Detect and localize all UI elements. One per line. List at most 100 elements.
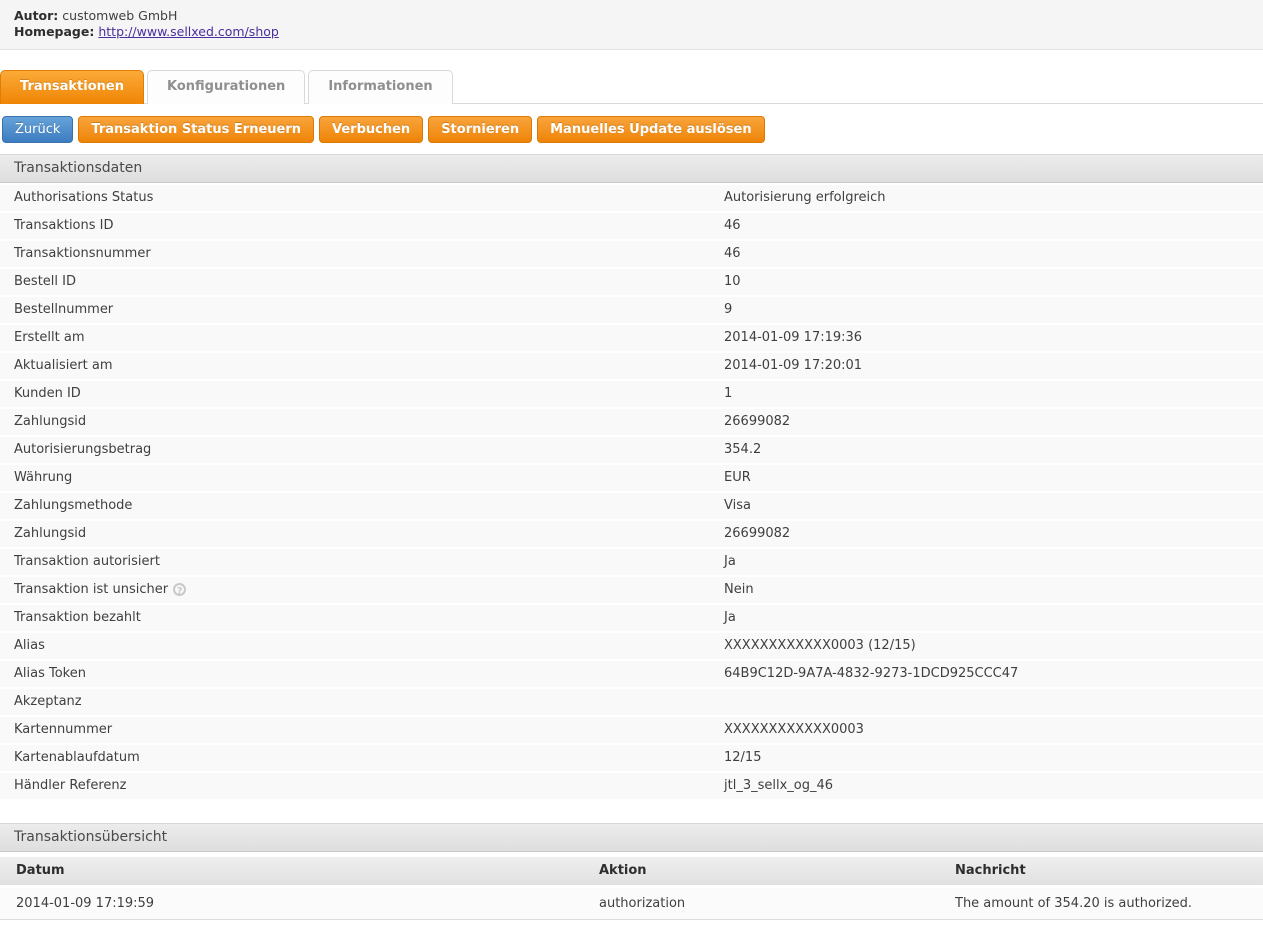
- field-label: Bestellnummer: [14, 297, 724, 323]
- transaction-overview-table: DatumAktionNachricht 2014-01-09 17:19:59…: [0, 857, 1263, 920]
- transaction-data-row: Akzeptanz: [0, 689, 1263, 715]
- field-value: Visa: [724, 493, 1263, 519]
- field-value: Autorisierung erfolgreich: [724, 185, 1263, 211]
- author-label: Autor:: [14, 8, 58, 23]
- tab-informationen[interactable]: Informationen: [308, 70, 452, 104]
- transaction-data-row: Transaktion autorisiert Ja: [0, 549, 1263, 575]
- field-label-text: Erstellt am: [14, 330, 85, 345]
- field-value: 26699082: [724, 521, 1263, 547]
- transaction-data-row: Aktualisiert am2014-01-09 17:20:01: [0, 353, 1263, 379]
- capture-button[interactable]: Verbuchen: [319, 116, 423, 143]
- field-value: 46: [724, 241, 1263, 267]
- transaction-data-row: Transaktionsnummer 46: [0, 241, 1263, 267]
- field-label: Transaktion bezahlt: [14, 605, 724, 631]
- transaction-data-row: Zahlungsid 26699082: [0, 521, 1263, 547]
- transaction-data-row: Kunden ID1: [0, 381, 1263, 407]
- refresh-status-button[interactable]: Transaktion Status Erneuern: [78, 116, 314, 143]
- transaction-data-row: Händler Referenz jtl_3_sellx_og_46: [0, 773, 1263, 799]
- tab-bar: TransaktionenKonfigurationenInformatione…: [0, 70, 1263, 104]
- field-label-text: Transaktion ist unsicher: [14, 582, 168, 597]
- overview-row: 2014-01-09 17:19:59authorizationThe amou…: [0, 887, 1263, 920]
- manual-update-button[interactable]: Manuelles Update auslösen: [537, 116, 765, 143]
- field-label: Erstellt am: [14, 325, 724, 351]
- field-label: Alias Token: [14, 661, 724, 687]
- field-label: Kunden ID: [14, 381, 724, 407]
- homepage-link[interactable]: http://www.sellxed.com/shop: [98, 24, 278, 39]
- field-label-text: Händler Referenz: [14, 778, 126, 793]
- transaction-data-row: Zahlungsmethode Visa: [0, 493, 1263, 519]
- transaction-data-row: Kartenablaufdatum 12/15: [0, 745, 1263, 771]
- overview-column-header: Datum: [0, 857, 583, 887]
- author-line: Autor: customweb GmbH: [14, 8, 1249, 24]
- field-label-text: Akzeptanz: [14, 694, 82, 709]
- field-label: Autorisierungsbetrag: [14, 437, 724, 463]
- field-value: [724, 689, 1263, 715]
- transaction-data-row: Transaktion ist unsicher?Nein: [0, 577, 1263, 603]
- field-label: Bestell ID: [14, 269, 724, 295]
- field-label: Kartennummer: [14, 717, 724, 743]
- field-label: Akzeptanz: [14, 689, 724, 715]
- transaction-data-row: Autorisierungsbetrag 354.2: [0, 437, 1263, 463]
- transaction-data-row: AliasXXXXXXXXXXXX0003 (12/15): [0, 633, 1263, 659]
- transaction-data-row: Zahlungsid 26699082: [0, 409, 1263, 435]
- field-value: 9: [724, 297, 1263, 323]
- tab-konfigurationen[interactable]: Konfigurationen: [147, 70, 305, 104]
- field-value: 1: [724, 381, 1263, 407]
- transaction-data-row: Kartennummer XXXXXXXXXXXX0003: [0, 717, 1263, 743]
- field-label-text: Authorisations Status: [14, 190, 153, 205]
- transaction-data-row: Erstellt am 2014-01-09 17:19:36: [0, 325, 1263, 351]
- field-label: Zahlungsid: [14, 409, 724, 435]
- overview-column-header: Nachricht: [939, 857, 1263, 887]
- transaction-data-row: Währung EUR: [0, 465, 1263, 491]
- field-label-text: Transaktion bezahlt: [14, 610, 141, 625]
- transaction-data-section-title: Transaktionsdaten: [0, 154, 1263, 183]
- field-label-text: Zahlungsid: [14, 414, 86, 429]
- field-value: 64B9C12D-9A7A-4832-9273-1DCD925CCC47: [724, 661, 1263, 687]
- transaction-data-row: Transaktion bezahlt Ja: [0, 605, 1263, 631]
- field-label-text: Aktualisiert am: [14, 358, 113, 373]
- back-button[interactable]: Zurück: [2, 116, 73, 143]
- transaction-overview-title: Transaktionsübersicht: [0, 823, 1263, 852]
- field-value: Ja: [724, 549, 1263, 575]
- field-label: Händler Referenz: [14, 773, 724, 799]
- transaction-overview-section: Transaktionsübersicht DatumAktionNachric…: [0, 823, 1263, 920]
- field-label-text: Bestellnummer: [14, 302, 113, 317]
- field-label-text: Transaktions ID: [14, 218, 114, 233]
- overview-column-header: Aktion: [583, 857, 939, 887]
- toolbar: ZurückTransaktion Status ErneuernVerbuch…: [0, 104, 1263, 154]
- field-value: Ja: [724, 605, 1263, 631]
- field-label-text: Währung: [14, 470, 72, 485]
- tab-transaktionen[interactable]: Transaktionen: [0, 70, 144, 104]
- field-value: 12/15: [724, 745, 1263, 771]
- field-label: Aktualisiert am: [14, 353, 724, 379]
- field-value: jtl_3_sellx_og_46: [724, 773, 1263, 799]
- field-label-text: Kartenablaufdatum: [14, 750, 140, 765]
- field-label-text: Autorisierungsbetrag: [14, 442, 151, 457]
- author-value: customweb GmbH: [62, 8, 177, 23]
- homepage-label: Homepage:: [14, 24, 94, 39]
- field-label-text: Transaktionsnummer: [14, 246, 151, 261]
- field-label-text: Transaktion autorisiert: [14, 554, 160, 569]
- field-value: 354.2: [724, 437, 1263, 463]
- field-value: 2014-01-09 17:19:36: [724, 325, 1263, 351]
- field-value: EUR: [724, 465, 1263, 491]
- field-value: XXXXXXXXXXXX0003: [724, 717, 1263, 743]
- field-label: Transaktion ist unsicher?: [14, 577, 724, 603]
- field-label-text: Kartennummer: [14, 722, 112, 737]
- transaction-data-row: Authorisations Status Autorisierung erfol…: [0, 185, 1263, 211]
- help-icon[interactable]: ?: [173, 583, 186, 596]
- field-label-text: Bestell ID: [14, 274, 76, 289]
- field-label-text: Alias: [14, 638, 45, 653]
- field-label: Zahlungsmethode: [14, 493, 724, 519]
- field-label: Authorisations Status: [14, 185, 724, 211]
- field-value: 46: [724, 213, 1263, 239]
- field-value: 26699082: [724, 409, 1263, 435]
- transaction-data-row: Bestell ID10: [0, 269, 1263, 295]
- field-label: Kartenablaufdatum: [14, 745, 724, 771]
- cancel-transaction-button[interactable]: Stornieren: [428, 116, 532, 143]
- homepage-line: Homepage: http://www.sellxed.com/shop: [14, 24, 1249, 40]
- field-label: Transaktions ID: [14, 213, 724, 239]
- field-label-text: Zahlungsmethode: [14, 498, 132, 513]
- transaction-data-row: Bestellnummer 9: [0, 297, 1263, 323]
- field-label-text: Zahlungsid: [14, 526, 86, 541]
